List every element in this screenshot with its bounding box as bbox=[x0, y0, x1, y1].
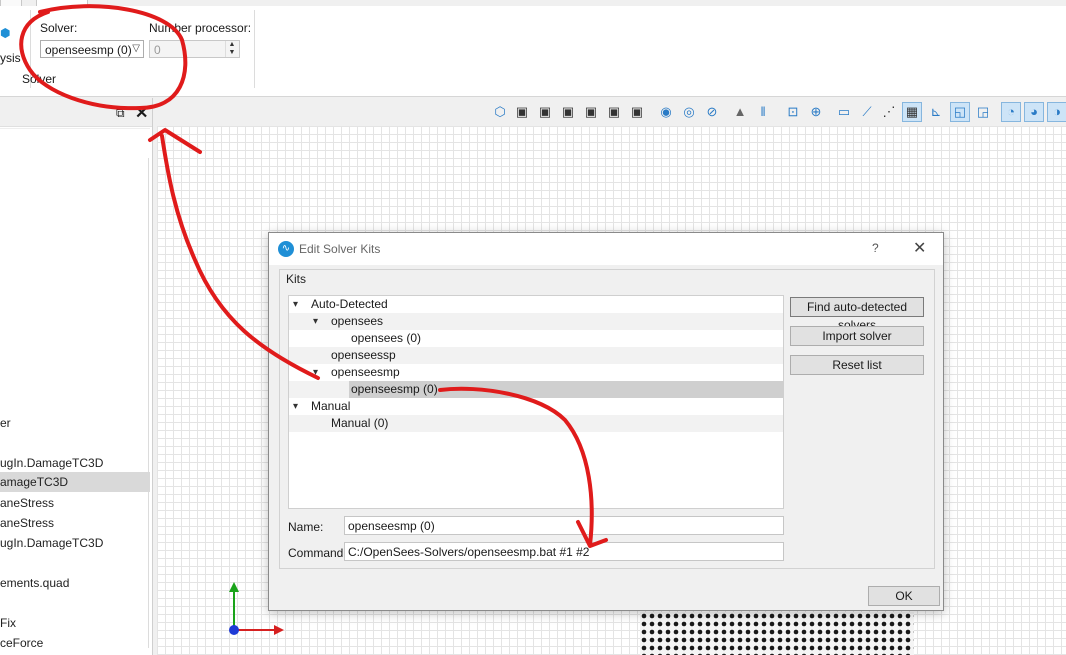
number-processor-spinbox[interactable]: 0 ▲ ▼ bbox=[149, 40, 240, 58]
tree-item[interactable]: ceForce bbox=[0, 633, 150, 653]
tree-item-label: openseesmp bbox=[331, 365, 400, 379]
tree-item[interactable]: er bbox=[0, 413, 150, 433]
expand-arrow-icon[interactable]: ▾ bbox=[293, 398, 298, 415]
tree-item-manual-0[interactable]: Manual (0) bbox=[289, 415, 783, 432]
model-tree-panel: ⧉ ✕ er ugIn.DamageTC3D amageTC3D aneStre… bbox=[0, 98, 153, 655]
analysis-button-label[interactable]: ysis bbox=[0, 51, 21, 65]
spin-arrows-icon[interactable]: ▲ ▼ bbox=[225, 41, 238, 57]
view-right-icon[interactable]: ▣ bbox=[581, 102, 601, 122]
display-3-icon[interactable]: ◑ bbox=[1047, 102, 1066, 122]
dialog-title: Edit Solver Kits bbox=[299, 242, 381, 256]
panel-divider bbox=[0, 128, 150, 129]
command-field-value: C:/OpenSees-Solvers/openseesmp.bat #1 #2 bbox=[348, 545, 590, 559]
iso-view-icon[interactable]: ⬡ bbox=[490, 102, 510, 122]
view-front-icon[interactable]: ▣ bbox=[512, 102, 532, 122]
tree-item-auto-detected[interactable]: ▾ Auto-Detected bbox=[289, 296, 783, 313]
expand-arrow-icon[interactable]: ▾ bbox=[313, 313, 318, 330]
measure-icon[interactable]: ⟋ bbox=[857, 102, 877, 122]
tree-item[interactable]: aneStress bbox=[0, 513, 150, 533]
select-mode-icon[interactable]: ◲ bbox=[973, 102, 993, 122]
chevron-down-icon: ▽ bbox=[132, 43, 140, 54]
solver-combo[interactable]: openseesmp (0) ▽ bbox=[40, 40, 144, 58]
ribbon-separator bbox=[254, 10, 255, 88]
select-icon[interactable]: ◱ bbox=[950, 102, 970, 122]
help-button[interactable]: ? bbox=[872, 241, 879, 255]
name-label: Name: bbox=[288, 520, 324, 534]
app-icon: ∿ bbox=[278, 241, 294, 257]
name-field[interactable]: openseesmp (0) bbox=[344, 516, 784, 535]
close-icon[interactable]: ✕ bbox=[135, 103, 148, 123]
mesh-nodes bbox=[640, 612, 914, 655]
solver-kits-tree[interactable]: ▾ Auto-Detected ▾ opensees opensees (0) … bbox=[288, 295, 784, 509]
solver-label: Solver: bbox=[40, 21, 78, 35]
find-auto-detected-solvers-button[interactable]: Find auto-detected solvers bbox=[790, 297, 924, 332]
tree-item[interactable]: ugIn.DamageTC3D bbox=[0, 533, 150, 553]
tree-item-openseesmp[interactable]: ▾ openseesmp bbox=[289, 364, 783, 381]
analysis-icon[interactable]: ⬢ bbox=[0, 26, 10, 40]
dialog-titlebar: ∿ Edit Solver Kits ? ✕ bbox=[269, 233, 943, 265]
hide-icon[interactable]: ⊘ bbox=[702, 102, 722, 122]
expand-arrow-icon[interactable]: ▾ bbox=[293, 296, 298, 313]
zoom-fit-icon[interactable]: ⊡ bbox=[783, 102, 803, 122]
float-panel-icon[interactable]: ⧉ bbox=[116, 106, 125, 121]
command-label: Command: bbox=[288, 546, 347, 560]
edit-solver-kits-dialog: ∿ Edit Solver Kits ? ✕ Kits ▾ Auto-Detec… bbox=[268, 232, 944, 611]
ribbon-group-label: Solver bbox=[22, 72, 57, 86]
close-button[interactable]: ✕ bbox=[913, 238, 926, 258]
axis-icon[interactable]: ⊾ bbox=[926, 102, 946, 122]
import-solver-button[interactable]: Import solver bbox=[790, 326, 924, 346]
screen-icon[interactable]: ▭ bbox=[834, 102, 854, 122]
tree-item-label: opensees bbox=[331, 314, 384, 328]
tree-item[interactable]: Fix bbox=[0, 613, 150, 633]
tree-item[interactable]: ugIn.DamageTC3D bbox=[0, 453, 150, 473]
name-field-value: openseesmp (0) bbox=[348, 519, 435, 533]
zoom-icon[interactable]: ⊕ bbox=[806, 102, 826, 122]
show-hidden-icon[interactable]: ◉ bbox=[656, 102, 676, 122]
grid-icon[interactable]: ⋰ bbox=[879, 102, 899, 122]
view-back-icon[interactable]: ▣ bbox=[535, 102, 555, 122]
visibility-icon[interactable]: ◎ bbox=[679, 102, 699, 122]
tree-item-selected[interactable]: amageTC3D bbox=[0, 472, 150, 492]
tree-item-opensees[interactable]: ▾ opensees bbox=[289, 313, 783, 330]
perspective-icon[interactable]: ▲ bbox=[730, 102, 750, 122]
tree-item-label: Manual (0) bbox=[331, 416, 389, 430]
command-field[interactable]: C:/OpenSees-Solvers/openseesmp.bat #1 #2 bbox=[344, 542, 784, 561]
kits-group: Kits ▾ Auto-Detected ▾ opensees opensees… bbox=[279, 269, 935, 569]
tree-item-label: openseesmp (0) bbox=[351, 382, 438, 396]
tree-item-openseesmp-0[interactable]: openseesmp (0) bbox=[289, 381, 783, 398]
tree-item-openseessp[interactable]: openseessp bbox=[289, 347, 783, 364]
number-processor-label: Number processor: bbox=[149, 21, 252, 35]
reset-list-button[interactable]: Reset list bbox=[790, 355, 924, 375]
view-toolbar: ⬡ ▣ ▣ ▣ ▣ ▣ ▣ ◉ ◎ ⊘ ▲ ‖ ⊡ ⊕ ▭ ⟋ ⋰ ▦ ⊾ ◱ … bbox=[490, 102, 1066, 124]
tree-item-opensees-0[interactable]: opensees (0) bbox=[289, 330, 783, 347]
panel-header: ⧉ ✕ bbox=[0, 98, 152, 127]
display-icon[interactable]: ◔ bbox=[1001, 102, 1021, 122]
ribbon: ⬢ ysis Solver: openseesmp (0) ▽ Number p… bbox=[0, 6, 1066, 97]
tree-item[interactable]: aneStress bbox=[0, 493, 150, 513]
parallel-icon[interactable]: ‖ bbox=[753, 102, 773, 122]
kits-group-title: Kits bbox=[286, 272, 307, 286]
tree-item-label: Auto-Detected bbox=[311, 297, 388, 311]
view-top-icon[interactable]: ▣ bbox=[604, 102, 624, 122]
tree-item-label: openseessp bbox=[331, 348, 396, 362]
number-processor-value: 0 bbox=[154, 43, 161, 57]
solver-combo-value: openseesmp (0) bbox=[45, 43, 132, 57]
grid-toggle-icon[interactable]: ▦ bbox=[902, 102, 922, 122]
tree-item[interactable]: ements.quad bbox=[0, 573, 150, 593]
tree-item-manual[interactable]: ▾ Manual bbox=[289, 398, 783, 415]
ok-button[interactable]: OK bbox=[868, 586, 940, 606]
display-2-icon[interactable]: ◕ bbox=[1024, 102, 1044, 122]
view-left-icon[interactable]: ▣ bbox=[558, 102, 578, 122]
tree-item-label: opensees (0) bbox=[351, 331, 422, 345]
tree-item-label: Manual bbox=[311, 399, 351, 413]
expand-arrow-icon[interactable]: ▾ bbox=[313, 364, 318, 381]
view-bottom-icon[interactable]: ▣ bbox=[627, 102, 647, 122]
